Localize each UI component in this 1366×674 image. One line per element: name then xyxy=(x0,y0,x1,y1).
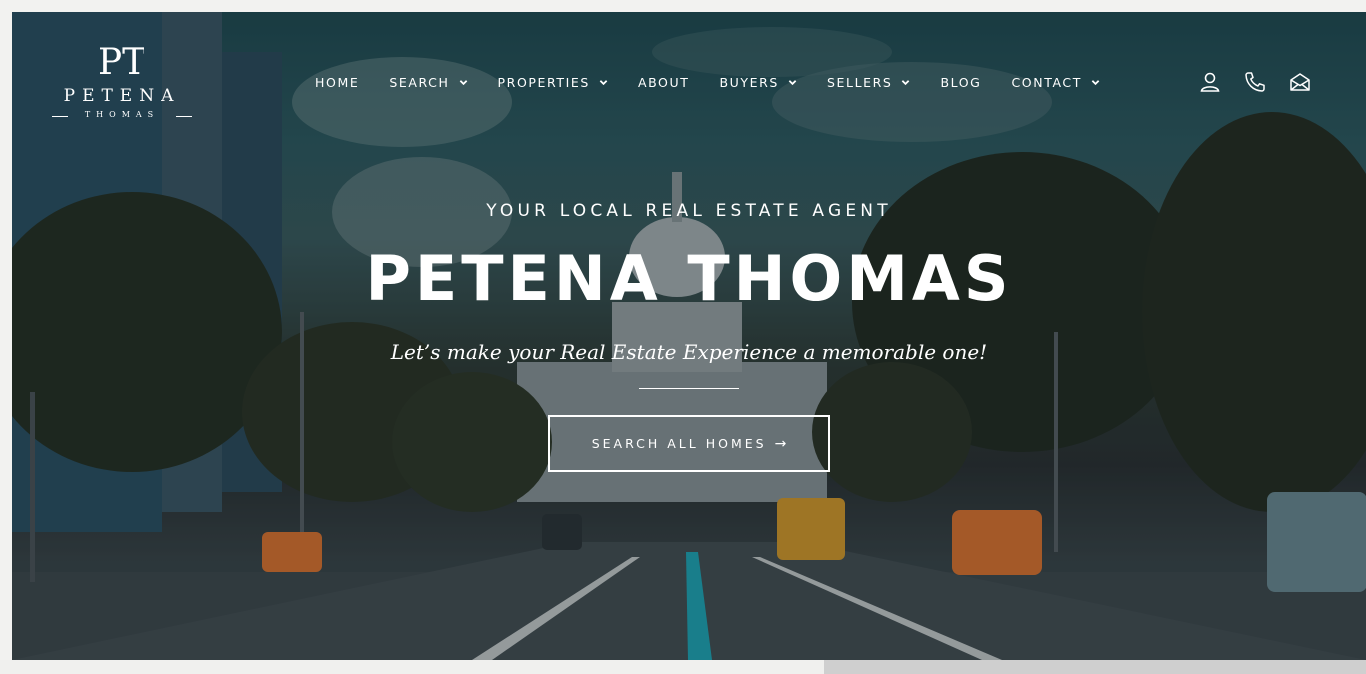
header-icons xyxy=(1198,70,1333,94)
nav-item-label: CONTACT xyxy=(1011,74,1082,90)
nav-item-label: BUYERS xyxy=(719,74,779,90)
nav-item-search[interactable]: SEARCH xyxy=(389,75,467,90)
nav-item-sellers[interactable]: SELLERS xyxy=(827,75,910,90)
logo-monogram: PT xyxy=(100,42,144,80)
logo-rule-right xyxy=(176,116,192,117)
nav-item-label: SEARCH xyxy=(389,74,450,90)
page-frame-top xyxy=(0,0,1366,12)
nav-item-properties[interactable]: PROPERTIES xyxy=(498,75,608,90)
chevron-down-icon xyxy=(788,79,797,85)
nav-item-label: HOME xyxy=(315,74,360,90)
chevron-down-icon xyxy=(599,79,608,85)
nav-item-label: SELLERS xyxy=(826,74,893,90)
arrow-right-icon: → xyxy=(774,435,787,452)
page-frame-left xyxy=(0,0,12,674)
nav-item-home[interactable]: HOME xyxy=(315,75,359,90)
logo-subtitle: THOMAS xyxy=(84,110,160,119)
search-all-homes-button[interactable]: SEARCH ALL HOMES → xyxy=(548,415,830,472)
hero-section: PT PETENA THOMAS HOME SEARCH PROPERTIES … xyxy=(12,12,1366,660)
phone-icon[interactable] xyxy=(1243,70,1267,94)
user-icon[interactable] xyxy=(1198,70,1222,94)
hero-overlay xyxy=(12,12,1366,660)
nav-item-buyers[interactable]: BUYERS xyxy=(719,74,797,90)
hero-tagline: YOUR LOCAL REAL ESTATE AGENT xyxy=(486,201,892,221)
hero-headline: PETENA THOMAS xyxy=(365,242,1013,315)
next-section-edge xyxy=(824,660,1366,674)
nav-item-label: BLOG xyxy=(940,74,982,90)
main-nav: HOME SEARCH PROPERTIES ABOUT BUYERS SELL… xyxy=(315,72,1130,92)
nav-item-blog[interactable]: BLOG xyxy=(940,75,981,90)
cta-label: SEARCH ALL HOMES xyxy=(591,436,767,451)
hero-subline: Let’s make your Real Estate Experience a… xyxy=(390,340,988,364)
chevron-down-icon xyxy=(459,79,467,85)
nav-item-label: PROPERTIES xyxy=(497,74,590,90)
mail-icon[interactable] xyxy=(1288,70,1312,94)
nav-item-label: ABOUT xyxy=(637,74,690,90)
logo-name: PETENA xyxy=(63,86,181,106)
nav-item-about[interactable]: ABOUT xyxy=(638,75,690,90)
chevron-down-icon xyxy=(902,79,910,85)
nav-item-contact[interactable]: CONTACT xyxy=(1011,74,1100,90)
chevron-down-icon xyxy=(1091,79,1100,85)
svg-text:PT: PT xyxy=(100,42,144,80)
hero-divider xyxy=(639,388,739,389)
brand-logo[interactable]: PT PETENA THOMAS xyxy=(50,40,194,126)
